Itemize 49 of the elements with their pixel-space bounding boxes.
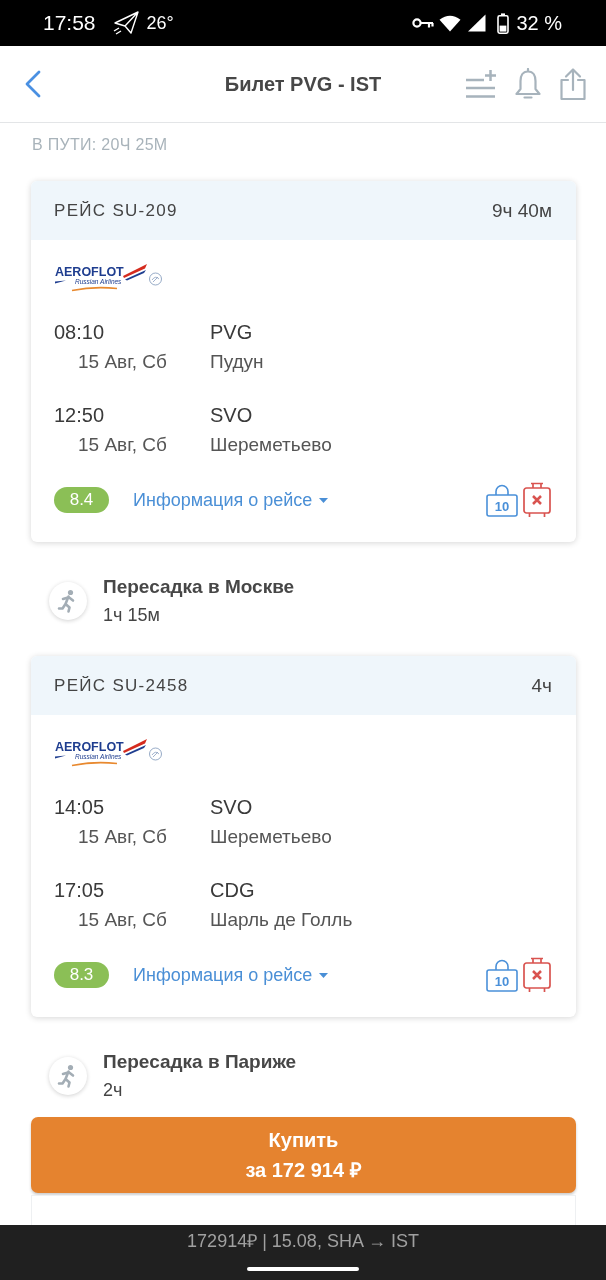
segment-date: 15 Авг, Сб xyxy=(77,434,167,456)
flight-info-link[interactable]: Информация о рейсе xyxy=(133,489,329,511)
screen-title: Билет PVG - IST xyxy=(224,72,382,96)
nav-caption: 172914₽ | 15.08, SHA → IST xyxy=(187,1230,419,1252)
layover-title: Пересадка в Москве xyxy=(103,575,295,599)
segment-date: 15 Авг, Сб xyxy=(77,351,167,373)
airport-name: Шарль де Голль xyxy=(210,909,353,931)
battery-icon xyxy=(497,12,510,34)
rating-badge: 8.3 xyxy=(54,962,109,988)
key-icon xyxy=(412,17,435,29)
battery-percentage: 32 % xyxy=(516,11,562,35)
layover-title: Пересадка в Париже xyxy=(103,1050,297,1074)
caret-icon xyxy=(319,972,329,978)
clock-time: 17:58 xyxy=(43,11,96,35)
share-icon[interactable] xyxy=(559,67,587,101)
layover-duration: 2ч xyxy=(103,1079,123,1102)
signal-icon xyxy=(466,14,487,32)
home-indicator[interactable] xyxy=(247,1267,359,1271)
segment-date: 15 Авг, Сб xyxy=(77,826,167,848)
airport-code: CDG xyxy=(210,878,255,902)
paper-plane-icon xyxy=(112,11,139,35)
flight-number: РЕЙС SU-209 xyxy=(54,200,178,221)
caret-icon xyxy=(319,497,329,503)
segment-time: 08:10 xyxy=(54,320,105,344)
add-to-list-icon[interactable] xyxy=(465,69,497,99)
airport-code: SVO xyxy=(210,403,253,427)
airport-code: SVO xyxy=(210,795,253,819)
total-travel-time: В ПУТИ: 20Ч 25М xyxy=(32,135,169,155)
temperature-text: 26° xyxy=(146,12,174,34)
segment-time: 12:50 xyxy=(54,403,105,427)
airport-name: Пудун xyxy=(210,351,264,373)
flight-info-link[interactable]: Информация о рейсе xyxy=(133,964,329,986)
rating-badge: 8.4 xyxy=(54,487,109,513)
wifi-icon xyxy=(439,14,462,32)
buy-button[interactable]: Купить за 172 914 ₽ xyxy=(31,1117,576,1193)
airport-name: Шереметьево xyxy=(210,434,332,456)
running-person-icon xyxy=(49,582,87,620)
segment-time: 17:05 xyxy=(54,878,105,902)
flight-number: РЕЙС SU-2458 xyxy=(54,675,189,696)
flight-duration: 9ч 40м xyxy=(492,199,552,222)
segment-time: 14:05 xyxy=(54,795,105,819)
flight-duration: 4ч xyxy=(531,674,552,697)
running-person-icon xyxy=(49,1057,87,1095)
bell-icon[interactable] xyxy=(514,68,542,100)
airport-name: Шереметьево xyxy=(210,826,332,848)
layover-duration: 1ч 15м xyxy=(103,604,160,627)
segment-date: 15 Авг, Сб xyxy=(77,909,167,931)
back-icon[interactable] xyxy=(24,70,42,98)
airport-code: PVG xyxy=(210,320,253,344)
